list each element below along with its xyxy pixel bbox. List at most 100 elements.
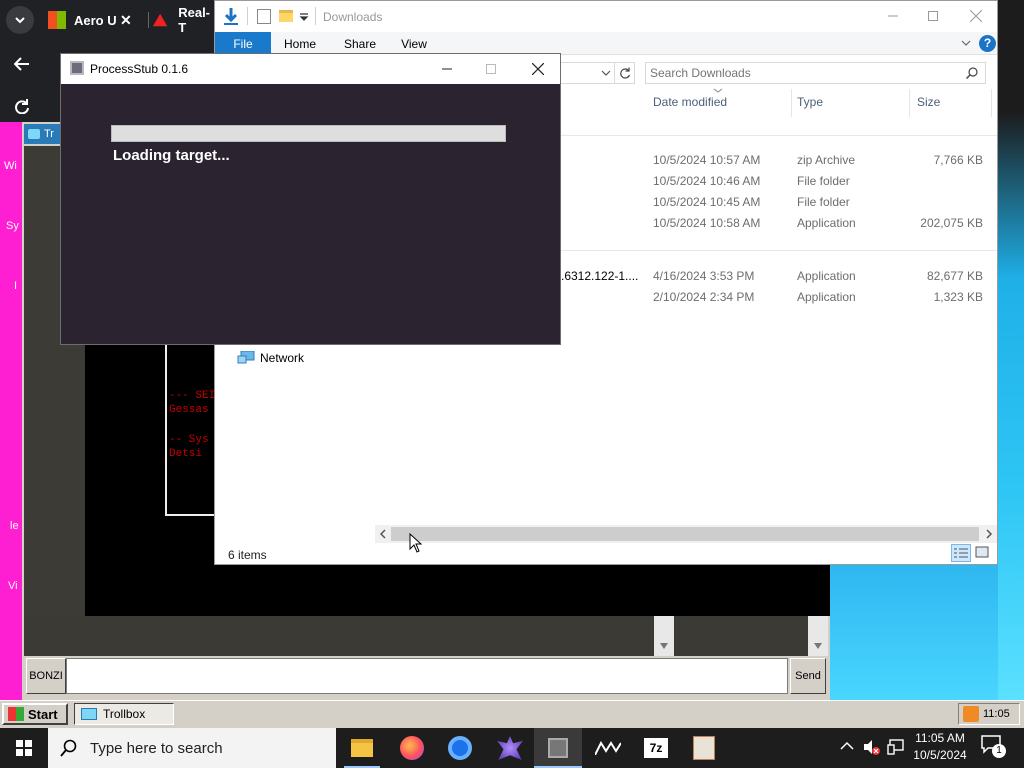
taskbar-java[interactable] [680, 728, 728, 768]
customize-toolbar-icon[interactable] [299, 12, 309, 22]
loading-progress-bar [111, 125, 506, 142]
desktop-wallpaper-right [998, 0, 1024, 700]
notification-center-button[interactable]: 1 [980, 734, 1010, 762]
expand-ribbon-icon[interactable] [961, 40, 971, 48]
tab-share[interactable]: Share [335, 32, 385, 55]
trollbox-title-tab[interactable]: Tr [24, 124, 64, 144]
column-header-type[interactable]: Type [797, 95, 823, 109]
taskbar-search-box[interactable]: Type here to search [48, 728, 336, 768]
vertical-scrollbar[interactable] [654, 616, 674, 656]
processstub-title-bar: ProcessStub 0.1.6 [61, 54, 560, 84]
java-icon [693, 736, 715, 760]
close-icon [970, 10, 982, 22]
help-button[interactable]: ? [979, 35, 996, 52]
file-size: 1,323 KB [933, 290, 983, 304]
tab-home[interactable]: Home [275, 32, 325, 55]
trollbox-panel [24, 616, 654, 656]
file-name: .6312.122-1.... [561, 269, 639, 283]
vertical-scrollbar[interactable] [808, 616, 828, 656]
scroll-down-icon[interactable] [660, 643, 668, 649]
details-view-icon [954, 548, 968, 558]
close-button[interactable] [955, 1, 997, 31]
file-type: zip Archive [797, 153, 856, 167]
vm-desktop-background [830, 565, 998, 700]
browser-tab-1[interactable]: Aero U ✕ [42, 0, 142, 40]
taskbar-app-vaporwave[interactable] [584, 728, 632, 768]
close-button[interactable] [515, 54, 560, 84]
close-icon[interactable]: ✕ [120, 12, 132, 29]
properties-icon[interactable] [257, 9, 271, 24]
browser-tab-2[interactable]: Real-T [152, 0, 214, 40]
sort-indicator-icon [713, 88, 723, 93]
column-header-date[interactable]: Date modified [653, 95, 727, 109]
close-icon [531, 63, 544, 75]
back-arrow-icon [14, 57, 29, 71]
minimize-button[interactable] [873, 1, 913, 31]
back-button[interactable] [8, 50, 36, 78]
file-type: File folder [797, 195, 850, 209]
search-input[interactable] [650, 65, 950, 81]
minimize-icon [888, 15, 898, 17]
chat-message-input[interactable] [66, 658, 788, 694]
send-button[interactable]: Send [790, 658, 826, 694]
processstub-app-icon [548, 738, 568, 758]
console-line: Detsi [169, 448, 203, 460]
volume-muted-icon[interactable] [862, 738, 880, 756]
taskbar-app-jester[interactable] [486, 728, 534, 768]
trollbox-app-icon [28, 129, 40, 139]
new-folder-icon[interactable] [279, 10, 293, 22]
vm-desktop-background: Wi Sy I le Vi [0, 122, 22, 700]
taskbar-7zip[interactable]: 7z [632, 728, 680, 768]
taskbar-button-trollbox[interactable]: Trollbox [74, 703, 174, 725]
taskbar-file-explorer[interactable] [338, 728, 386, 768]
processstub-app-icon [70, 61, 84, 75]
tray-overflow-chevron[interactable] [840, 740, 854, 754]
network-icon[interactable] [887, 738, 905, 756]
tray-clock: 11:05 [983, 708, 1010, 720]
window-title: ProcessStub 0.1.6 [90, 62, 189, 76]
taskbar-clock[interactable]: 11:05 AM 10/5/2024 [910, 730, 970, 766]
taskbar-browser[interactable] [436, 728, 484, 768]
file-type: Application [797, 290, 856, 304]
large-icons-view-button[interactable] [975, 546, 991, 560]
start-button[interactable]: Start [2, 703, 68, 725]
chevron-down-icon [15, 17, 25, 24]
clock-date: 10/5/2024 [913, 748, 967, 762]
taskbar-firefox[interactable] [388, 728, 436, 768]
username-button[interactable]: BONZI [26, 658, 66, 694]
refresh-button[interactable] [615, 62, 635, 84]
windows-start-button[interactable] [0, 728, 48, 768]
minimize-button[interactable] [425, 54, 469, 84]
minimize-icon [442, 68, 452, 70]
scroll-right-icon[interactable] [985, 529, 993, 539]
firefox-icon [400, 736, 424, 760]
scrollbar-thumb[interactable] [391, 527, 979, 541]
taskbar-search-placeholder: Type here to search [90, 739, 223, 757]
horizontal-scrollbar[interactable] [375, 525, 997, 543]
address-dropdown-icon[interactable] [601, 70, 611, 78]
vm-left-label: I [14, 280, 18, 292]
column-header-size[interactable]: Size [917, 95, 940, 109]
search-box[interactable] [645, 62, 986, 84]
loading-status-text: Loading target... [113, 147, 230, 164]
maximize-button[interactable] [913, 1, 953, 31]
reload-button[interactable] [8, 92, 36, 120]
taskbar-processstub[interactable] [534, 728, 582, 768]
scroll-down-icon[interactable] [814, 643, 822, 649]
tab-view[interactable]: View [393, 32, 435, 55]
address-bar[interactable] [561, 62, 615, 84]
file-size: 82,677 KB [926, 269, 983, 283]
column-divider [991, 89, 992, 117]
trollbox-panel [674, 616, 808, 656]
scroll-left-icon[interactable] [379, 529, 387, 539]
file-type: Application [797, 216, 856, 230]
nav-item-network[interactable]: Network [237, 349, 304, 367]
details-view-button[interactable] [951, 544, 971, 562]
tab-file[interactable]: File [215, 32, 271, 55]
maximize-button[interactable] [469, 54, 513, 84]
trollbox-app-icon [81, 708, 97, 720]
tab-search-button[interactable] [6, 6, 34, 34]
rss-icon[interactable] [963, 706, 979, 722]
browser-tab-label: Real-T [178, 5, 211, 35]
search-icon[interactable] [966, 67, 978, 79]
